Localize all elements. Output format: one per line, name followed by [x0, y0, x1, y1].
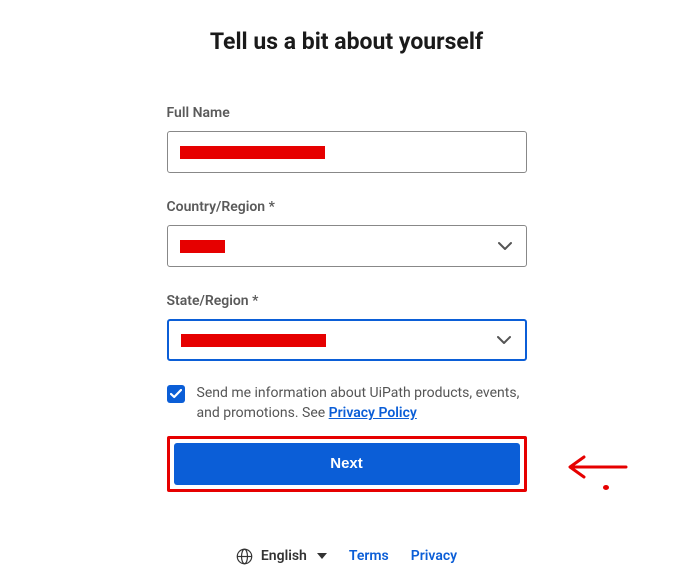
country-label: Country/Region * [167, 199, 527, 215]
state-label: State/Region * [167, 293, 527, 309]
fullname-input[interactable] [167, 131, 527, 173]
field-country: Country/Region * [167, 199, 527, 267]
field-fullname: Full Name [167, 105, 527, 173]
language-selector[interactable]: English [236, 548, 327, 565]
state-select[interactable] [167, 319, 527, 361]
chevron-down-icon [498, 242, 512, 251]
country-select[interactable] [167, 225, 527, 267]
signup-form-container: Tell us a bit about yourself Full Name C… [167, 0, 527, 565]
footer: English Terms Privacy [167, 548, 527, 565]
marketing-checkbox[interactable] [167, 385, 185, 403]
marketing-optin-row: Send me information about UiPath product… [167, 383, 527, 424]
field-state: State/Region * [167, 293, 527, 361]
privacy-policy-link[interactable]: Privacy Policy [329, 405, 417, 421]
annotation-dot [603, 485, 609, 490]
next-button-highlight: Next [167, 436, 527, 492]
globe-icon [236, 548, 253, 565]
marketing-text: Send me information about UiPath product… [197, 383, 527, 424]
terms-link[interactable]: Terms [349, 548, 389, 564]
annotation-arrow [560, 454, 630, 480]
language-label: English [261, 548, 307, 564]
page-title: Tell us a bit about yourself [167, 28, 527, 55]
next-button[interactable]: Next [174, 443, 520, 485]
caret-down-icon [317, 553, 327, 559]
chevron-down-icon [497, 336, 511, 345]
fullname-label: Full Name [167, 105, 527, 121]
privacy-link[interactable]: Privacy [411, 548, 457, 564]
